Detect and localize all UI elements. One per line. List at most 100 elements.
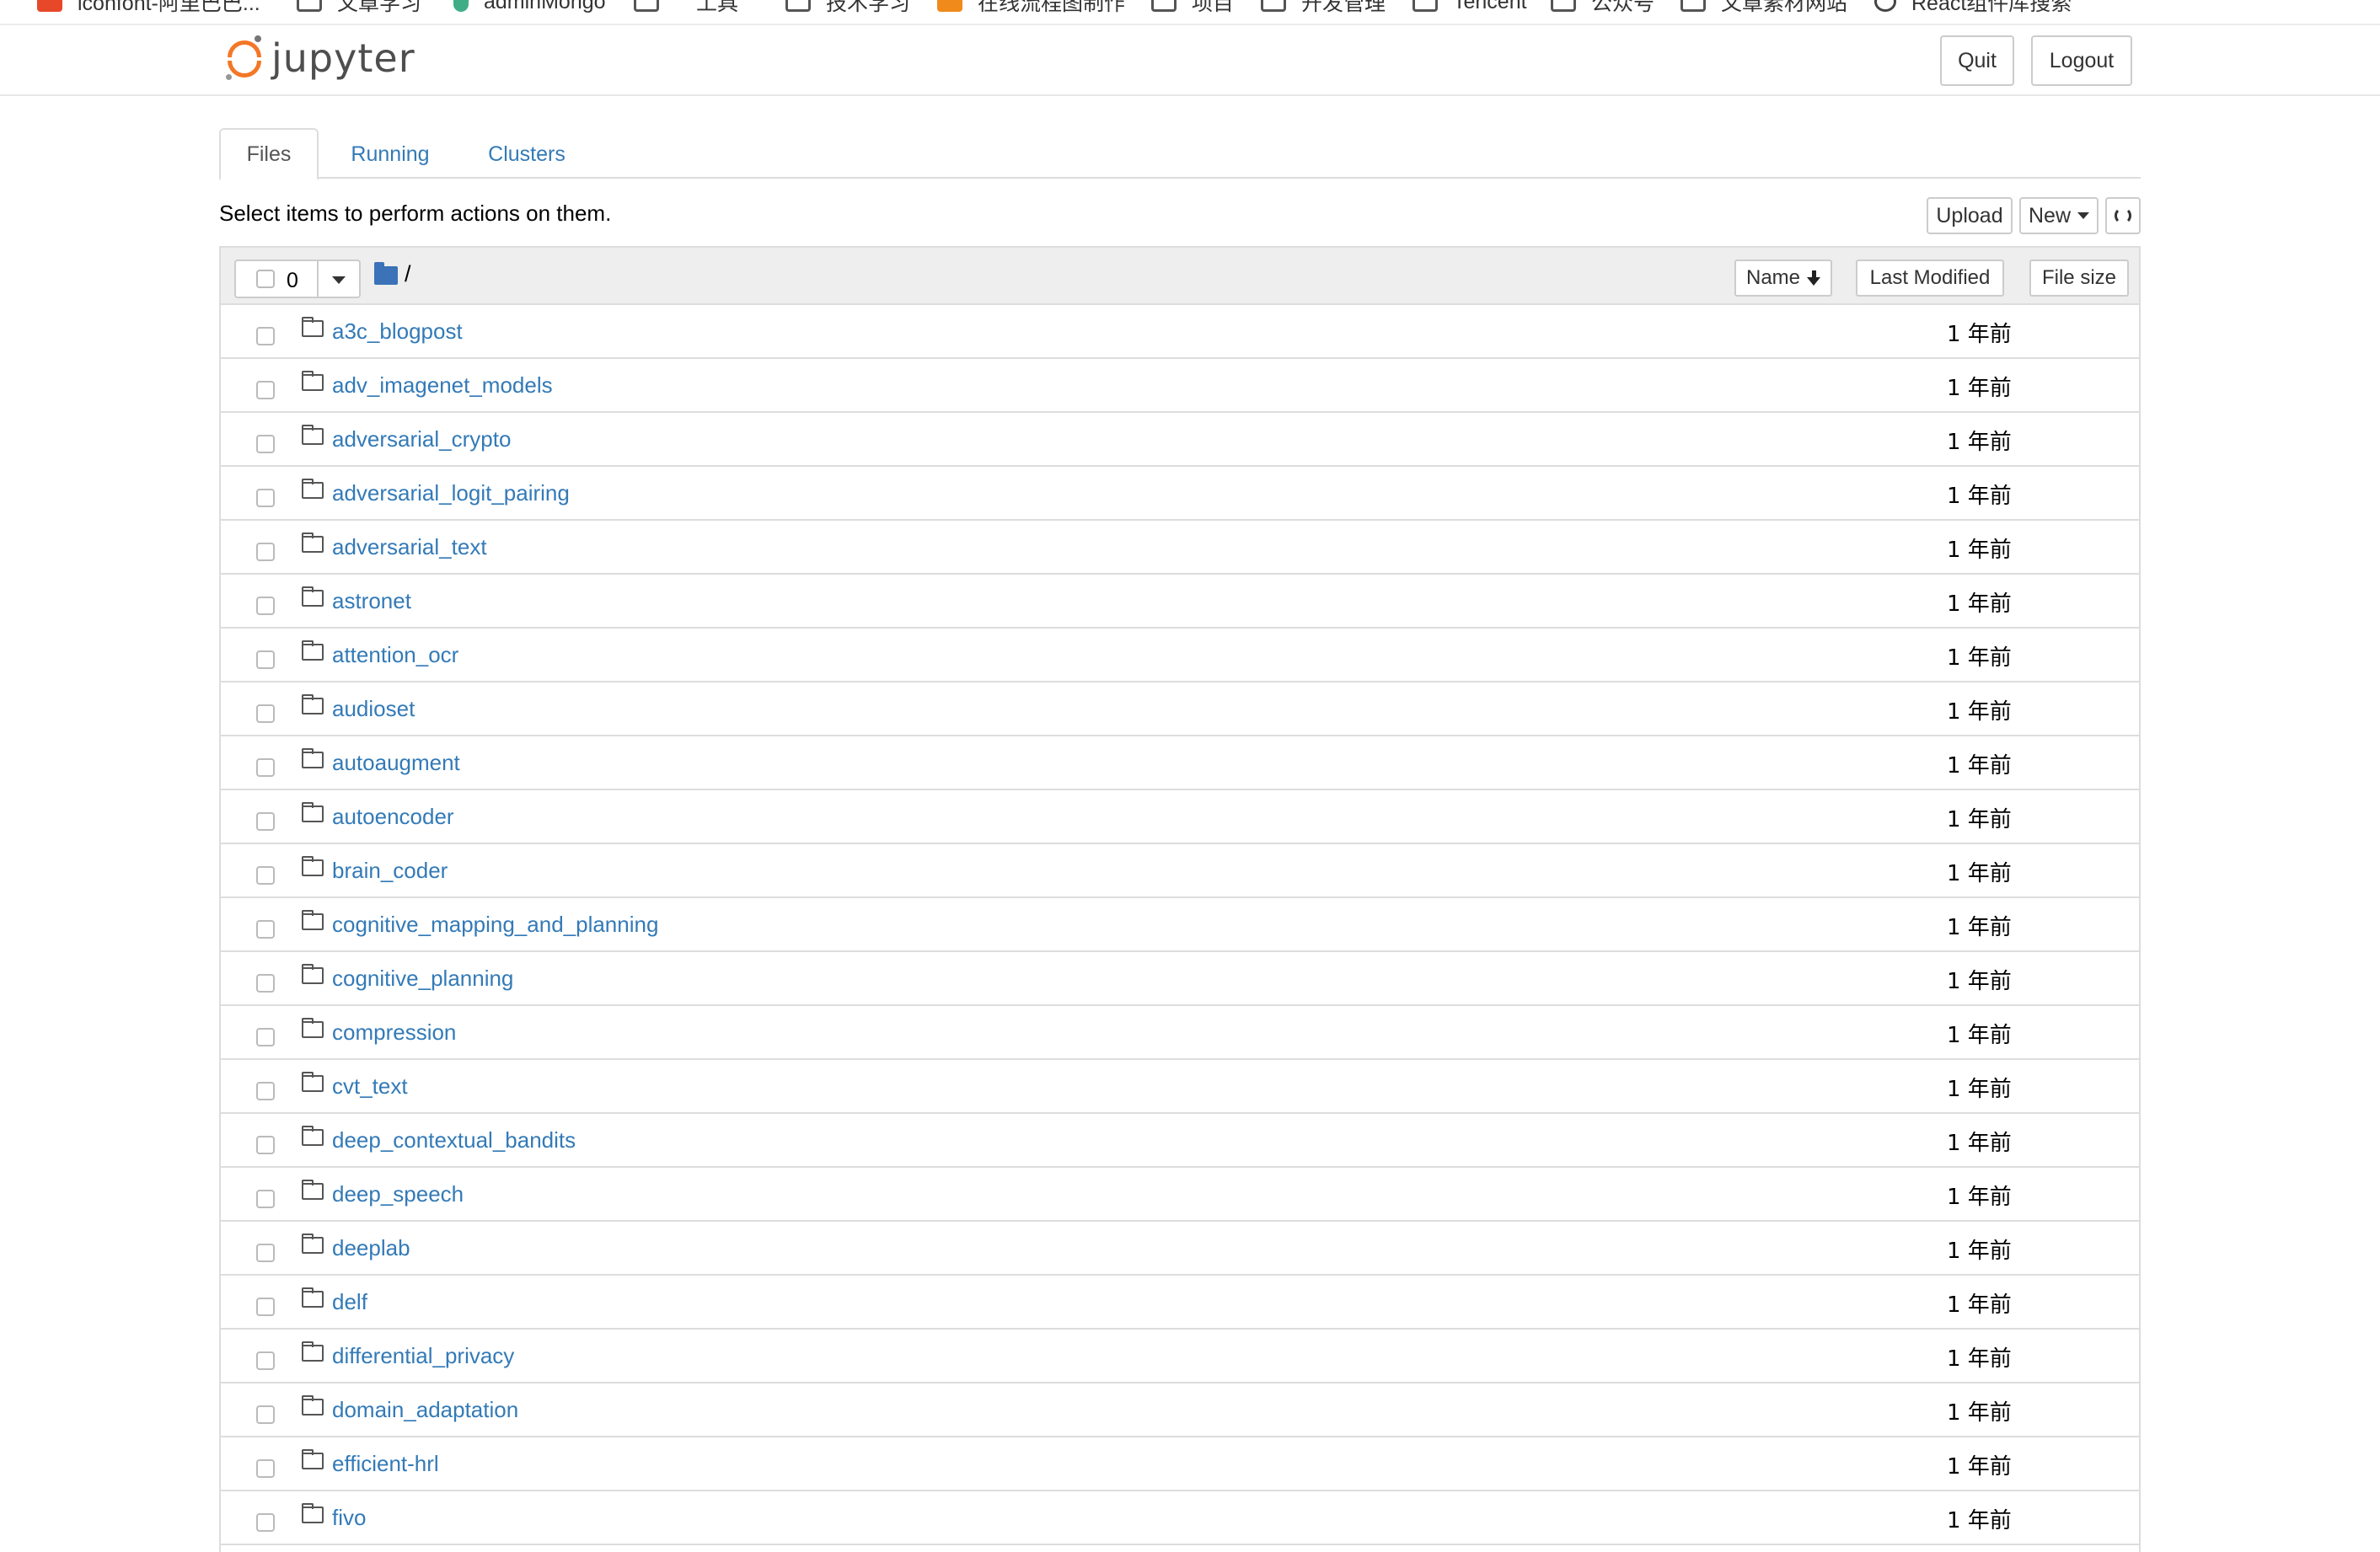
item-name-link[interactable]: deeplab <box>332 1235 410 1261</box>
row-checkbox[interactable] <box>256 1459 275 1478</box>
row-checkbox[interactable] <box>256 597 275 615</box>
tab-running[interactable]: Running <box>332 128 448 180</box>
bookmark-processon[interactable]: 在线流程图制作 <box>937 0 1125 15</box>
list-item[interactable]: deep_speech 1 年前 <box>221 1168 2139 1222</box>
select-all-checkbox[interactable] <box>256 270 275 288</box>
list-item[interactable]: deeplab 1 年前 <box>221 1222 2139 1276</box>
list-item[interactable]: adv_imagenet_models 1 年前 <box>221 359 2139 413</box>
row-checkbox[interactable] <box>256 812 275 831</box>
list-item[interactable]: fivo 1 年前 <box>221 1491 2139 1545</box>
bookmark-articles[interactable]: 文章学习 <box>297 0 421 15</box>
list-item[interactable]: cognitive_planning 1 年前 <box>221 952 2139 1006</box>
quit-button[interactable]: Quit <box>1940 35 2014 86</box>
list-item[interactable]: adversarial_text 1 年前 <box>221 521 2139 575</box>
tab-clusters[interactable]: Clusters <box>469 128 585 180</box>
item-name-link[interactable]: autoaugment <box>332 750 460 776</box>
sort-name-button[interactable]: Name <box>1734 260 1832 297</box>
item-name-link[interactable]: adv_imagenet_models <box>332 372 553 399</box>
bookmark-iconfont[interactable]: iconfont-阿里巴巴... <box>37 0 260 15</box>
item-name-link[interactable]: efficient-hrl <box>332 1451 439 1477</box>
item-name-link[interactable]: attention_ocr <box>332 642 458 668</box>
item-name-link[interactable]: brain_coder <box>332 858 448 884</box>
item-name-link[interactable]: domain_adaptation <box>332 1397 518 1423</box>
list-item[interactable]: a3c_blogpost 1 年前 <box>221 305 2139 359</box>
sort-last-modified-button[interactable]: Last Modified <box>1856 260 2004 297</box>
bookmark-tech[interactable]: 技术学习 <box>785 0 910 15</box>
item-name-link[interactable]: fivo <box>332 1505 366 1531</box>
row-checkbox[interactable] <box>256 650 275 669</box>
row-checkbox[interactable] <box>256 381 275 399</box>
bookmark-projects[interactable]: 项目 <box>1151 0 1234 15</box>
item-name-link[interactable]: differential_privacy <box>332 1343 514 1369</box>
bookmark-tools[interactable]: 工具 <box>696 0 738 15</box>
row-checkbox[interactable] <box>256 974 275 993</box>
list-item[interactable]: audioset 1 年前 <box>221 682 2139 736</box>
row-checkbox[interactable] <box>256 1351 275 1370</box>
row-checkbox[interactable] <box>256 920 275 939</box>
sort-file-size-button[interactable]: File size <box>2029 260 2129 297</box>
item-modified: 1 年前 <box>1947 645 2012 671</box>
list-item[interactable]: adversarial_logit_pairing 1 年前 <box>221 467 2139 521</box>
row-checkbox[interactable] <box>256 866 275 885</box>
item-name-link[interactable]: autoencoder <box>332 804 454 830</box>
item-name-link[interactable]: cognitive_planning <box>332 966 513 992</box>
row-checkbox[interactable] <box>256 489 275 507</box>
row-checkbox[interactable] <box>256 1405 275 1424</box>
list-item[interactable]: autoaugment 1 年前 <box>221 736 2139 790</box>
row-checkbox[interactable] <box>256 543 275 561</box>
row-checkbox[interactable] <box>256 1082 275 1100</box>
list-item[interactable]: cognitive_mapping_and_planning 1 年前 <box>221 898 2139 952</box>
list-item[interactable]: domain_adaptation 1 年前 <box>221 1383 2139 1437</box>
list-item[interactable]: differential_privacy 1 年前 <box>221 1330 2139 1383</box>
list-item[interactable]: deep_contextual_bandits 1 年前 <box>221 1114 2139 1168</box>
row-checkbox[interactable] <box>256 1028 275 1046</box>
list-item[interactable]: attention_ocr 1 年前 <box>221 629 2139 682</box>
row-checkbox[interactable] <box>256 1298 275 1316</box>
new-dropdown-button[interactable]: New <box>2019 197 2099 234</box>
list-item[interactable]: astronet 1 年前 <box>221 575 2139 629</box>
select-dropdown-icon[interactable] <box>332 276 346 284</box>
row-checkbox[interactable] <box>256 1513 275 1532</box>
item-name-link[interactable]: deep_contextual_bandits <box>332 1127 576 1153</box>
list-item[interactable]: delf 1 年前 <box>221 1276 2139 1330</box>
row-checkbox[interactable] <box>256 1244 275 1262</box>
logout-button[interactable]: Logout <box>2031 35 2132 86</box>
row-checkbox[interactable] <box>256 758 275 777</box>
refresh-button[interactable] <box>2105 197 2141 234</box>
bookmark-adminmongo[interactable]: adminMongo <box>453 0 606 15</box>
item-name-link[interactable]: adversarial_text <box>332 534 487 560</box>
item-name-link[interactable]: audioset <box>332 696 415 722</box>
row-checkbox[interactable] <box>256 704 275 723</box>
bookmark-dev[interactable]: 开发管理 <box>1261 0 1386 15</box>
row-checkbox[interactable] <box>256 1190 275 1208</box>
item-name-link[interactable]: a3c_blogpost <box>332 318 463 345</box>
list-item[interactable]: autoencoder 1 年前 <box>221 790 2139 844</box>
folder-icon <box>1680 0 1706 12</box>
item-name-link[interactable]: adversarial_logit_pairing <box>332 480 570 506</box>
row-checkbox[interactable] <box>256 435 275 453</box>
bookmark-materials[interactable]: 文章素材网站 <box>1680 0 1847 15</box>
jupyter-logo[interactable]: jupyter <box>226 35 415 81</box>
item-name-link[interactable]: delf <box>332 1289 367 1315</box>
list-item[interactable]: cvt_text 1 年前 <box>221 1060 2139 1114</box>
upload-button[interactable]: Upload <box>1927 197 2013 234</box>
tab-files[interactable]: Files <box>219 128 319 180</box>
list-item[interactable]: efficient-hrl 1 年前 <box>221 1437 2139 1491</box>
bookmark-react[interactable]: React组件库搜索 <box>1874 0 2072 15</box>
item-name-link[interactable]: adversarial_crypto <box>332 426 511 452</box>
item-name-link[interactable]: cognitive_mapping_and_planning <box>332 912 658 938</box>
list-item[interactable]: compression 1 年前 <box>221 1006 2139 1060</box>
breadcrumb[interactable]: / <box>405 261 411 287</box>
bookmark-tencent[interactable]: Tencent <box>1412 0 1527 15</box>
folder-icon[interactable] <box>374 262 398 285</box>
list-item[interactable]: brain_coder 1 年前 <box>221 844 2139 898</box>
bookmark-wechat[interactable]: 公众号 <box>1551 0 1654 15</box>
list-item[interactable]: adversarial_crypto 1 年前 <box>221 413 2139 467</box>
item-name-link[interactable]: compression <box>332 1020 456 1046</box>
row-checkbox[interactable] <box>256 327 275 345</box>
row-checkbox[interactable] <box>256 1136 275 1154</box>
item-name-link[interactable]: cvt_text <box>332 1073 408 1100</box>
item-name-link[interactable]: deep_speech <box>332 1181 464 1207</box>
bookmark-folder[interactable] <box>634 0 674 15</box>
item-name-link[interactable]: astronet <box>332 588 411 614</box>
